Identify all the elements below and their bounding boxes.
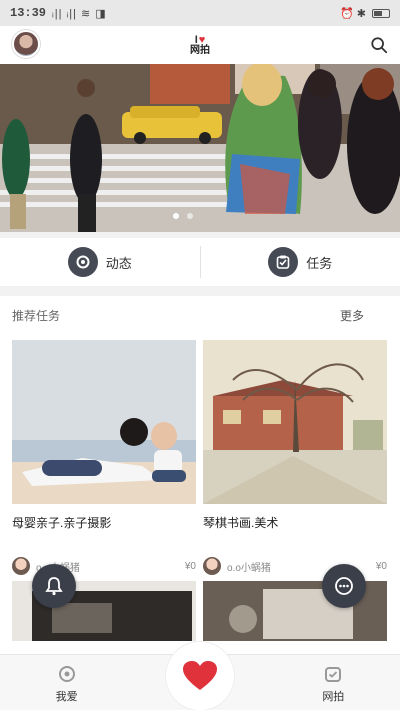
- logo-text: 网拍: [190, 44, 210, 56]
- card-photo: [12, 340, 196, 504]
- section-title: 推荐任务: [12, 308, 61, 323]
- card-photo: [203, 340, 387, 504]
- status-right: ⏰ ✱: [340, 7, 390, 20]
- heart-icon: [183, 661, 217, 690]
- nav-task-button[interactable]: 任务: [201, 238, 400, 286]
- logo-letter: I: [194, 33, 198, 46]
- alarm-bluetooth-icons: ⏰ ✱: [340, 7, 366, 20]
- user-avatar-small: [203, 557, 221, 575]
- favorites-icon: [58, 666, 75, 682]
- task-icon: [268, 247, 299, 277]
- tab-favorites[interactable]: 我爱: [0, 664, 133, 710]
- app-logo: I ♥ 网拍: [190, 33, 210, 56]
- user-avatar-small: [12, 557, 30, 575]
- app-bar: I ♥ 网拍: [0, 26, 400, 64]
- notification-button[interactable]: [32, 564, 76, 608]
- nav-dynamic-button[interactable]: 动态: [0, 238, 200, 286]
- quick-nav: 动态 任务: [0, 238, 400, 286]
- tab-netshoot[interactable]: 网拍: [267, 664, 400, 710]
- dynamic-label: 动态: [105, 255, 132, 271]
- signal-icons: ᵢ|| ᵢ|| ≋ ◨: [52, 7, 107, 20]
- dynamic-icon: [67, 247, 98, 277]
- center-like-button[interactable]: [166, 642, 234, 710]
- card-price: ¥0: [375, 560, 387, 572]
- search-icon[interactable]: [370, 36, 388, 54]
- card-user: o.o小蜗猪: [227, 562, 271, 574]
- status-bar: 13:39 ᵢ|| ᵢ|| ≋ ◨ ⏰ ✱: [0, 0, 400, 26]
- section-header: 推荐任务 更多: [0, 296, 400, 334]
- banner-image: [0, 64, 400, 232]
- heart-icon: ♥: [198, 33, 206, 46]
- card-title: 母婴亲子.亲子摄影: [12, 516, 112, 530]
- more-link[interactable]: 更多: [340, 307, 364, 324]
- card-title: 琴棋书画.美术: [203, 516, 279, 530]
- chat-button[interactable]: [322, 564, 366, 608]
- user-avatar[interactable]: [12, 30, 40, 58]
- status-time: 13:39: [10, 6, 47, 20]
- card-price: ¥0: [184, 560, 196, 572]
- netshoot-icon: [325, 667, 342, 682]
- bell-icon: [45, 577, 63, 596]
- banner-carousel[interactable]: [0, 64, 400, 232]
- task-label: 任务: [306, 255, 333, 271]
- tab-netshoot-label: 网拍: [322, 691, 345, 703]
- battery-icon: [372, 8, 390, 18]
- tab-favorites-label: 我爱: [55, 691, 78, 703]
- chat-icon: [335, 577, 353, 595]
